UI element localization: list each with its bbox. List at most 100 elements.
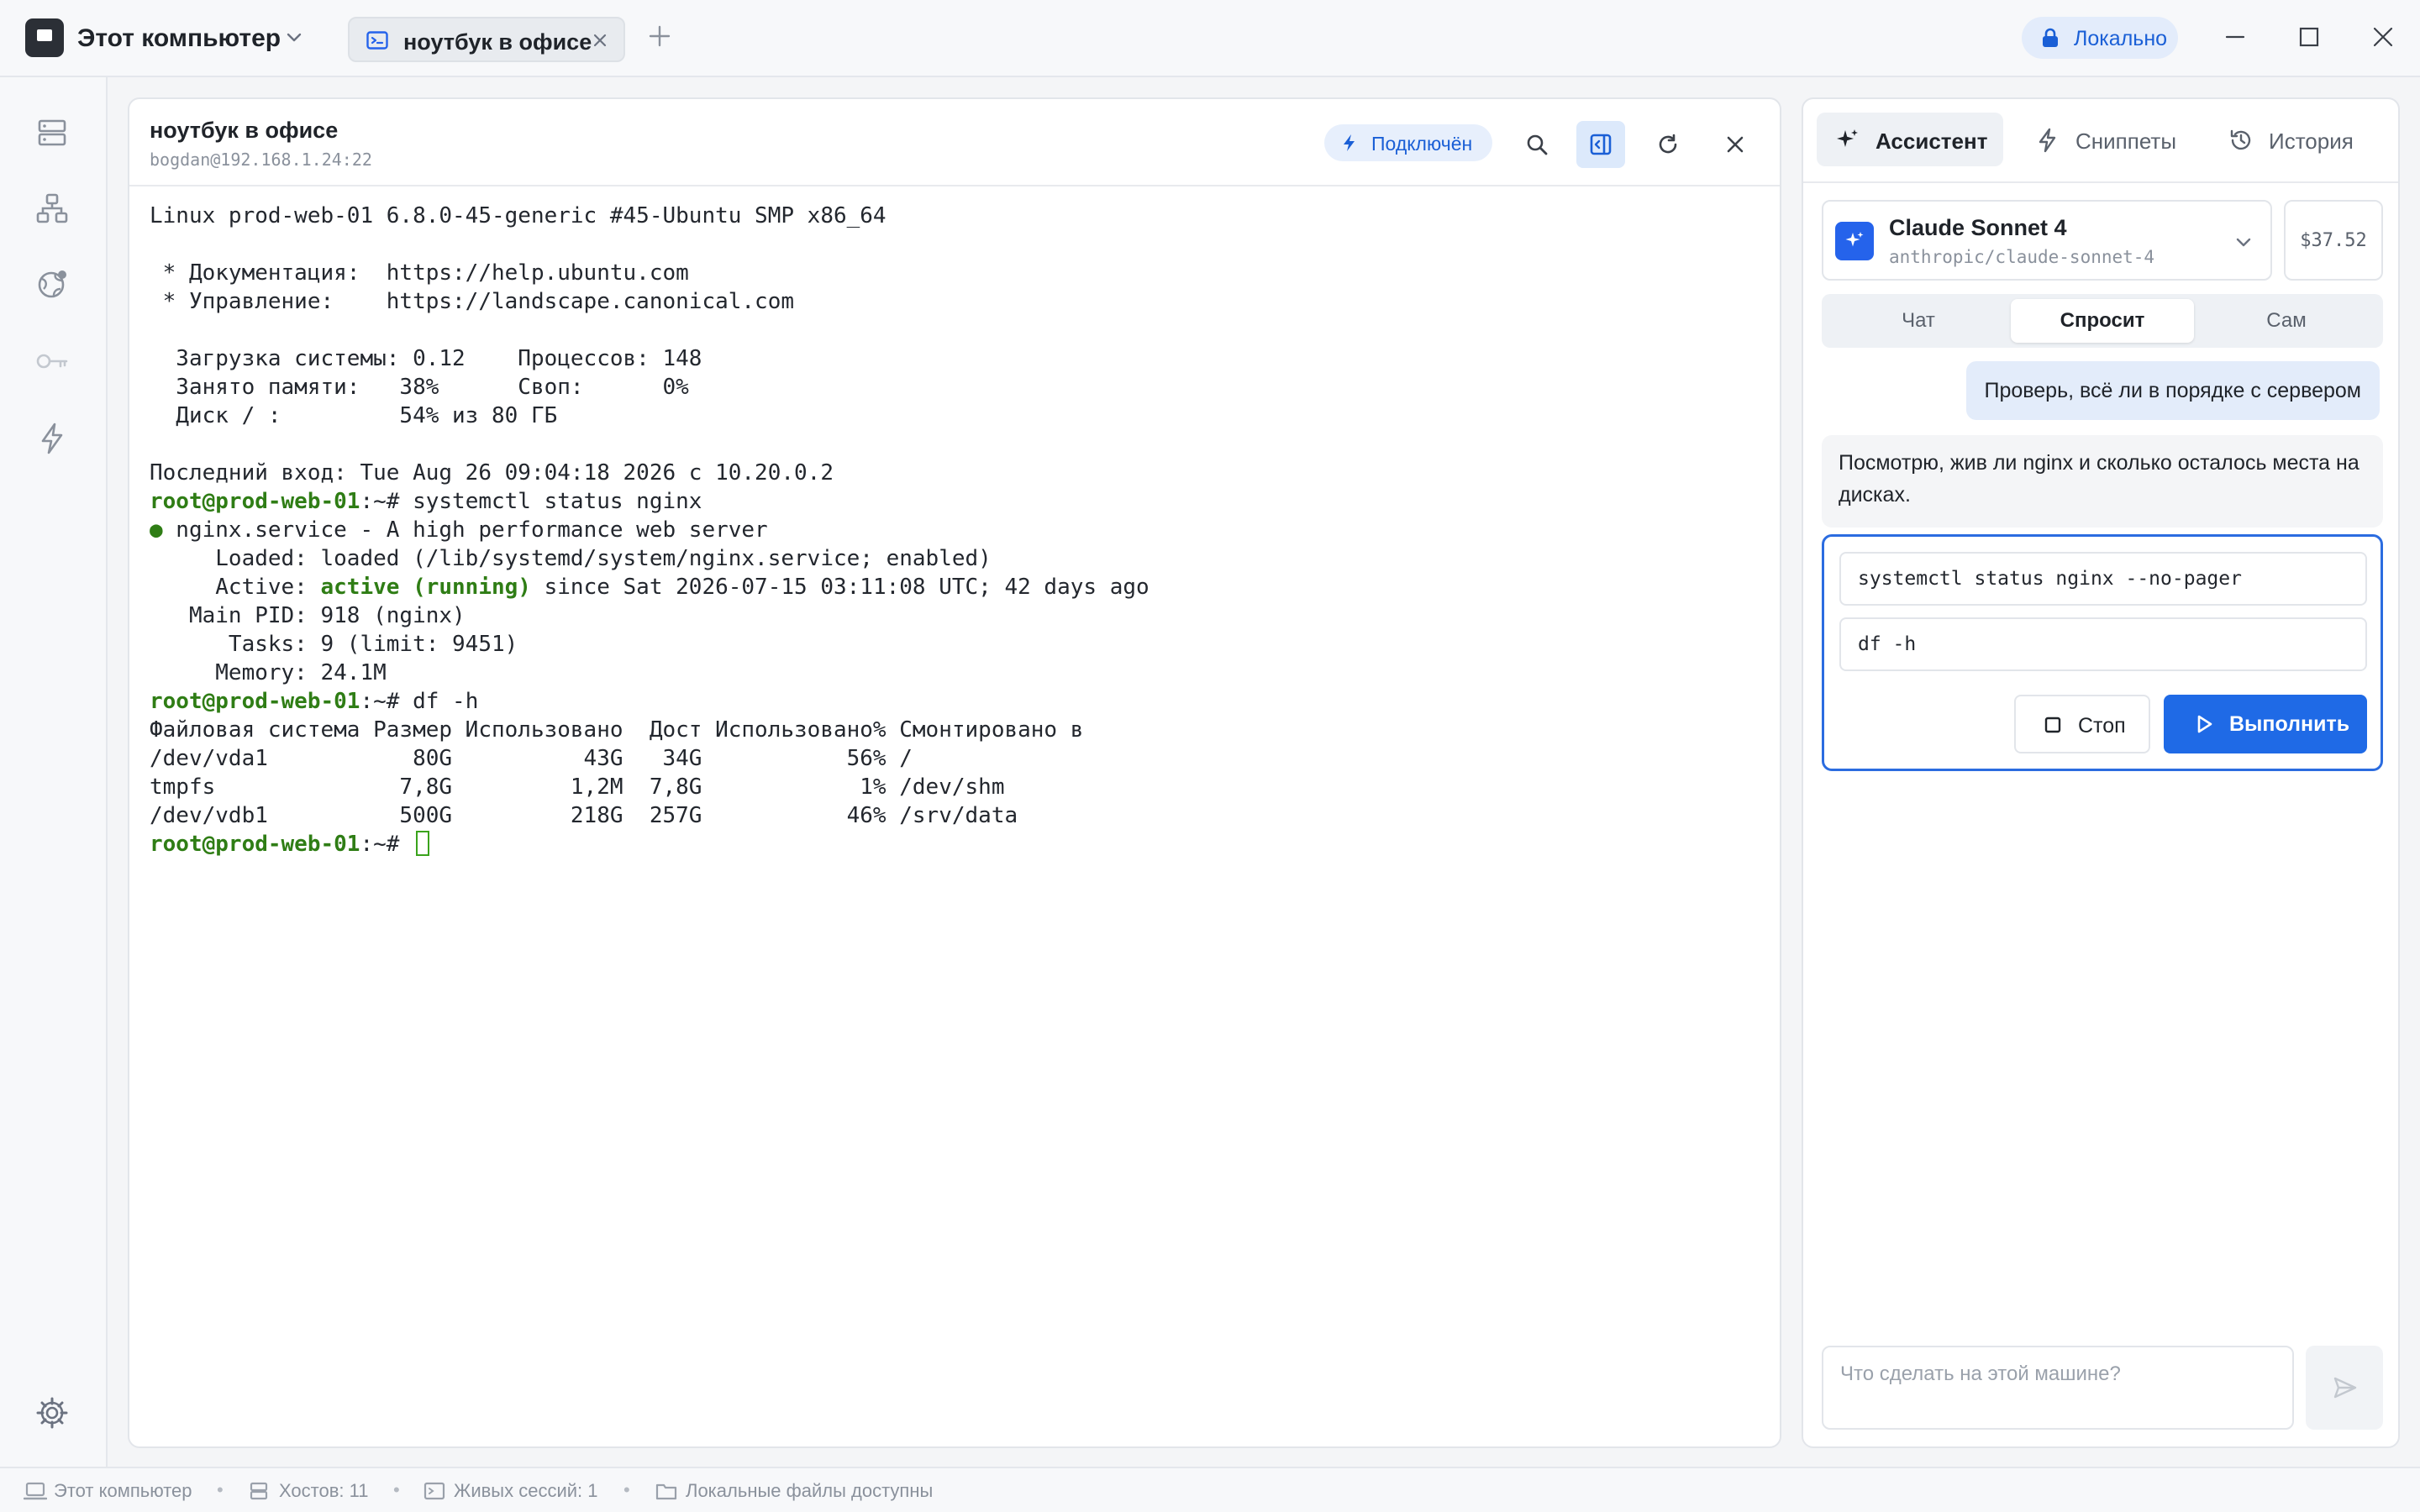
proposed-command[interactable]: df -h [1839, 617, 2367, 671]
stop-button[interactable]: Стоп [2014, 695, 2150, 753]
close-icon [1727, 136, 1744, 153]
terminal-line: Загрузка системы: 0.12 Процессов: 148 [150, 344, 1763, 373]
history-icon [2230, 129, 2251, 150]
status-bar: Этот компьютер • Хостов: 11 • Живых сесс… [0, 1467, 2420, 1512]
connection-status-label: Подключён [1371, 133, 1473, 155]
line-text: Loaded: loaded (/lib/systemd/system/ngin… [150, 546, 992, 571]
bolt-icon [2039, 128, 2056, 153]
search-button[interactable] [1512, 121, 1561, 168]
model-id: anthropic/claude-sonnet-4 [1889, 247, 2155, 267]
separator-dot: • [393, 1479, 400, 1500]
connection-status-badge: Подключён [1324, 124, 1492, 161]
title-bar: Этот компьютер ноутбук в офисе Локально [0, 0, 2420, 77]
terminal-icon [366, 31, 388, 50]
tab-snippets[interactable]: Сниппеты [2017, 113, 2193, 166]
model-selector[interactable]: Claude Sonnet 4 anthropic/claude-sonnet-… [1822, 200, 2272, 281]
sparkles-icon [1837, 129, 1858, 147]
terminal-line: Занято памяти: 38% Своп: 0% [150, 373, 1763, 402]
prompt-user-host: root@prod-web-01 [150, 832, 360, 857]
send-button[interactable] [2306, 1346, 2383, 1430]
status-hosts-label: Хостов: 11 [279, 1480, 369, 1501]
line-text: Последний вход: Tue Aug 26 09:04:18 2026… [150, 460, 834, 486]
status-files: Локальные файлы доступны [655, 1480, 958, 1502]
ai-sparkle-icon [1835, 222, 1874, 260]
cost-value: $37.52 [2300, 230, 2367, 251]
prompt-path: :~# [360, 832, 400, 857]
terminal-header: ноутбук в офисе bogdan@192.168.1.24:22 П… [129, 99, 1780, 186]
tab-label: ноутбук в офисе [403, 29, 592, 55]
app-title[interactable]: Этот компьютер [77, 24, 281, 53]
assistant-tabs: Ассистент Сниппеты История [1803, 99, 2398, 183]
status-hosts: Хостов: 11 [249, 1480, 417, 1502]
local-badge[interactable]: Локально [2022, 17, 2178, 59]
mode-selector: Чат Спросит Сам [1822, 294, 2383, 348]
service-active-state: active (running) [320, 575, 531, 600]
separator-dot: • [623, 1479, 630, 1500]
terminal-line: Диск / : 54% из 80 ГБ [150, 402, 1763, 430]
gear-icon[interactable] [35, 1396, 69, 1430]
line-text [399, 832, 413, 857]
status-files-label: Локальные файлы доступны [686, 1480, 934, 1501]
line-text: df -h [399, 689, 479, 714]
local-label: Локально [2074, 27, 2168, 50]
proposed-command[interactable]: systemctl status nginx --no-pager [1839, 552, 2367, 606]
terminal-line: * Управление: https://landscape.canonica… [150, 287, 1763, 316]
mode-auto[interactable]: Сам [2195, 299, 2378, 343]
globe-icon[interactable] [35, 267, 69, 301]
window-close-icon[interactable] [2371, 25, 2395, 49]
line-text: /dev/vda1 80G 43G 34G 56% / [150, 746, 913, 771]
refresh-icon [1659, 134, 1677, 154]
status-sessions-label: Живых сессий: 1 [454, 1480, 598, 1501]
terminal-panel: ноутбук в офисе bogdan@192.168.1.24:22 П… [128, 97, 1781, 1448]
maximize-icon[interactable] [2297, 25, 2321, 49]
terminal-line: Файловая система Размер Использовано Дос… [150, 716, 1763, 744]
terminal-line: * Документация: https://help.ubuntu.com [150, 259, 1763, 287]
user-message: Проверь, всё ли в порядке с сервером [1965, 361, 2380, 420]
key-icon[interactable] [35, 344, 69, 378]
prompt-path: :~# [360, 489, 400, 514]
network-icon[interactable] [35, 192, 69, 225]
line-text: systemctl status nginx [399, 489, 702, 514]
mode-ask[interactable]: Спросит [2011, 299, 2194, 343]
line-text: Memory: 24.1M [150, 660, 387, 685]
session-address: bogdan@192.168.1.24:22 [150, 150, 372, 170]
status-computer: Этот компьютер [24, 1480, 225, 1502]
terminal-line: ● nginx.service - A high performance web… [150, 516, 1763, 544]
terminal-prompt-line: root@prod-web-01:~# [150, 830, 1763, 858]
left-rail [0, 77, 108, 1467]
hosts-icon[interactable] [35, 116, 69, 150]
assistant-prompt-input[interactable]: Что сделать на этой машине? [1822, 1346, 2294, 1430]
terminal-line: Memory: 24.1M [150, 659, 1763, 687]
line-text: Файловая система Размер Использовано Дос… [150, 717, 1084, 743]
model-name: Claude Sonnet 4 [1889, 215, 2067, 240]
reconnect-button[interactable] [1644, 121, 1692, 168]
terminal-line: /dev/vdb1 500G 218G 257G 46% /srv/data [150, 801, 1763, 830]
tab-assistant-label: Ассистент [1876, 129, 1988, 154]
sidebar-panel-icon [1590, 134, 1612, 155]
line-text: * Управление: https://landscape.canonica… [150, 289, 795, 314]
toggle-assistant-panel-button[interactable] [1576, 121, 1625, 168]
tab-assistant[interactable]: Ассистент [1817, 113, 2003, 166]
line-text: nginx.service - A high performance web s… [162, 517, 768, 543]
terminal-output[interactable]: Linux prod-web-01 6.8.0-45-generic #45-U… [150, 202, 1763, 858]
run-button[interactable]: Выполнить [2164, 695, 2367, 753]
close-session-button[interactable] [1711, 121, 1760, 168]
line-text: tmpfs 7,8G 1,2M 7,8G 1% /dev/shm [150, 774, 1005, 800]
snippets-bolt-icon[interactable] [35, 422, 69, 455]
command-proposal-card: systemctl status nginx --no-pager df -h … [1822, 534, 2383, 771]
line-text: Main PID: 918 (nginx) [150, 603, 466, 628]
terminal-line: Tasks: 9 (limit: 9451) [150, 630, 1763, 659]
stop-square-icon [2044, 717, 2061, 733]
close-icon[interactable] [590, 30, 610, 50]
folder-icon [655, 1483, 677, 1500]
session-title: ноутбук в офисе [150, 118, 339, 143]
session-tab[interactable]: ноутбук в офисе [348, 17, 625, 62]
line-text: Занято памяти: 38% Своп: 0% [150, 375, 689, 400]
tab-history[interactable]: История [2210, 113, 2386, 166]
minimize-icon[interactable] [2223, 25, 2247, 49]
plus-icon[interactable] [647, 24, 672, 49]
chevron-down-icon[interactable] [284, 27, 304, 47]
mode-chat[interactable]: Чат [1827, 299, 2010, 343]
